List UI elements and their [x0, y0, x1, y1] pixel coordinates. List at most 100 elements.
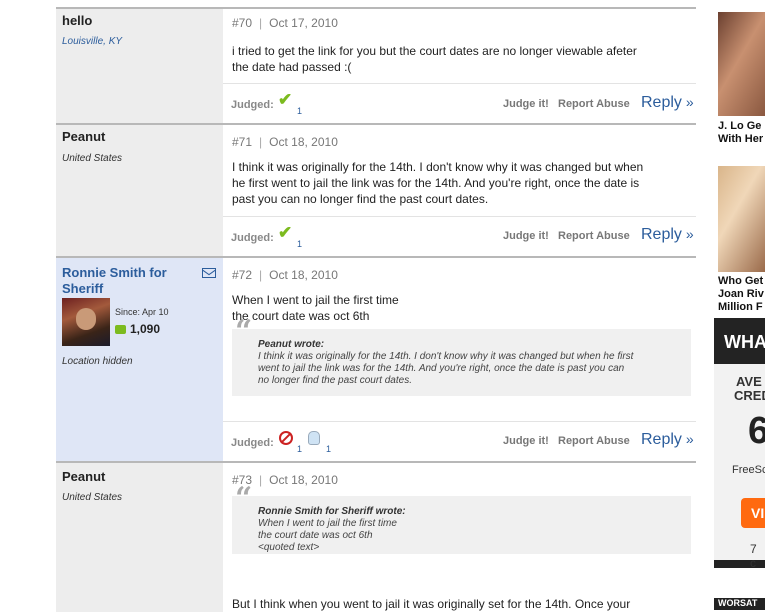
quote-text: I think it was originally for the 14th. … — [258, 351, 688, 387]
quote-line: went to jail the link was for the 14th. … — [258, 363, 625, 374]
author-panel: Peanut United States — [56, 125, 223, 258]
post-number[interactable]: #70 — [232, 16, 252, 30]
no-entry-icon[interactable] — [279, 431, 293, 445]
meta-separator: | — [259, 16, 263, 30]
post-text-line: the court date was oct 6th — [232, 309, 370, 323]
ad-headline[interactable]: J. Lo Ge With Her — [718, 120, 763, 146]
credit-score-value: 6 — [748, 410, 765, 452]
ad-photo[interactable] — [718, 166, 765, 272]
reply-label: Reply — [641, 226, 682, 243]
comment-thread: hello Louisville, KY #70 | Oct 17, 2010 i … — [56, 0, 696, 612]
credit-ad-button[interactable]: VI — [741, 498, 765, 528]
post-date: Oct 17, 2010 — [269, 16, 338, 30]
author-name: Peanut — [62, 469, 106, 484]
double-chevron-icon: » — [685, 431, 694, 447]
quote-text: When I went to jail the first time the c… — [258, 518, 688, 554]
quote-mark-icon: “ — [235, 314, 253, 349]
ad-headline-line: J. Lo Ge — [718, 120, 762, 132]
post-actions: Judged: ✔ 1 Judge it! Report Abuse Reply… — [223, 83, 696, 116]
credit-ad-panel: AVE CRED 6 FreeSc VI 7 c — [714, 364, 765, 570]
quote-line: When I went to jail the first time — [258, 518, 397, 529]
bottom-ad[interactable]: WORSAT — [714, 598, 765, 610]
author-panel: hello Louisville, KY — [56, 9, 223, 124]
post-text-line: he first went to jail the link was for t… — [232, 176, 640, 190]
quote-block: “ Peanut wrote: I think it was originall… — [232, 314, 691, 396]
post-text-line: past you can no longer find the past cou… — [232, 192, 489, 206]
ad-headline-line: Who Get — [718, 275, 764, 287]
quote-author: Peanut wrote: — [258, 339, 325, 350]
double-chevron-icon: » — [685, 226, 694, 242]
post-text-line: i tried to get the link for you but the … — [232, 44, 637, 58]
credit-ad-line: FreeSc — [732, 464, 765, 476]
judge-it-link[interactable]: Judge it! — [503, 230, 549, 242]
reply-button[interactable]: Reply» — [641, 94, 694, 112]
report-abuse-link[interactable]: Report Abuse — [558, 98, 630, 110]
post-actions: Judged: 1 1 Judge it! Report Abuse Reply… — [223, 421, 696, 454]
post: Peanut United States #71 | Oct 18, 2010 I … — [56, 123, 696, 258]
post-text-line: the date had passed :( — [232, 60, 352, 74]
credit-ad-title: WHA — [724, 332, 765, 352]
meta-separator: | — [259, 135, 263, 149]
member-since: Since: Apr 10 — [115, 307, 169, 317]
reply-label: Reply — [641, 94, 682, 111]
quote-line: I think it was originally for the 14th. … — [258, 351, 634, 362]
ad-headline[interactable]: Who Get Joan Riv Million F — [718, 275, 764, 314]
post-body: #72 | Oct 18, 2010 When I went to jail the… — [223, 258, 696, 463]
judged-label: Judged: — [231, 437, 274, 449]
reply-button[interactable]: Reply» — [641, 431, 694, 449]
post-body: #71 | Oct 18, 2010 I think it was original… — [223, 125, 696, 258]
checkmark-icon[interactable]: ✔ — [278, 223, 292, 243]
author-panel: Ronnie Smith for Sheriff Since: Apr 10 1… — [56, 258, 223, 463]
reply-label: Reply — [641, 431, 682, 448]
post: hello Louisville, KY #70 | Oct 17, 2010 i … — [56, 7, 696, 124]
meta-separator: | — [259, 473, 263, 487]
post-body: #70 | Oct 17, 2010 i tried to get the link… — [223, 9, 696, 124]
author-location[interactable]: Louisville, KY — [62, 36, 122, 47]
judged-count: 1 — [297, 106, 303, 116]
post-actions: Judged: ✔ 1 Judge it! Report Abuse Reply… — [223, 216, 696, 249]
post: Ronnie Smith for Sheriff Since: Apr 10 1… — [56, 256, 696, 463]
report-abuse-link[interactable]: Report Abuse — [558, 435, 630, 447]
author-location: United States — [62, 492, 123, 503]
credit-ad[interactable]: WHA AVE CRED 6 FreeSc VI 7 c — [714, 318, 765, 570]
report-abuse-link[interactable]: Report Abuse — [558, 230, 630, 242]
credit-ad-line: CRED — [734, 388, 765, 403]
quote-mark-icon: “ — [235, 481, 253, 516]
quote-line: no longer find the past court dates. — [258, 375, 412, 386]
reply-button[interactable]: Reply» — [641, 226, 694, 244]
ad-headline-line: Joan Riv — [718, 288, 764, 300]
meta-separator: | — [259, 268, 263, 282]
post-date: Oct 18, 2010 — [269, 135, 338, 149]
ad-unit[interactable]: J. Lo Ge With Her — [718, 12, 765, 148]
post-number[interactable]: #72 — [232, 268, 252, 282]
avatar[interactable] — [62, 298, 110, 346]
quote-author: Ronnie Smith for Sheriff wrote: — [258, 506, 406, 517]
post-count: 1,090 — [115, 322, 160, 336]
ad-headline-line: Million F — [718, 301, 763, 313]
envelope-icon[interactable] — [202, 268, 216, 278]
judged-count: 1 — [297, 444, 303, 454]
post-meta: #72 | Oct 18, 2010 — [232, 268, 338, 282]
checkmark-icon[interactable]: ✔ — [278, 90, 292, 110]
post-text-line: When I went to jail the first time — [232, 293, 399, 307]
judged-count: 1 — [326, 444, 332, 454]
author-name[interactable]: Ronnie Smith for Sheriff — [62, 265, 180, 297]
ad-unit[interactable]: Who Get Joan Riv Million F — [718, 166, 765, 316]
lightbulb-icon[interactable] — [308, 431, 320, 445]
post-text-line: I think it was originally for the 14th. … — [232, 160, 644, 174]
post-number[interactable]: #71 — [232, 135, 252, 149]
post-text: I think it was originally for the 14th. … — [232, 159, 672, 207]
judge-it-link[interactable]: Judge it! — [503, 98, 549, 110]
judge-it-link[interactable]: Judge it! — [503, 435, 549, 447]
post-meta: #70 | Oct 17, 2010 — [232, 16, 338, 30]
author-name: hello — [62, 13, 93, 28]
avatar-face — [76, 308, 96, 330]
judged-count: 1 — [297, 239, 303, 249]
ad-photo[interactable] — [718, 12, 765, 116]
author-name: Peanut — [62, 129, 106, 144]
author-location: Location hidden — [62, 356, 133, 367]
post-text: i tried to get the link for you but the … — [232, 43, 672, 75]
post-body: #73 | Oct 18, 2010 “ Ronnie Smith for Sher… — [223, 463, 696, 612]
credit-ad-line: AVE — [736, 374, 762, 389]
post-text: When I went to jail the first time the c… — [232, 292, 672, 324]
